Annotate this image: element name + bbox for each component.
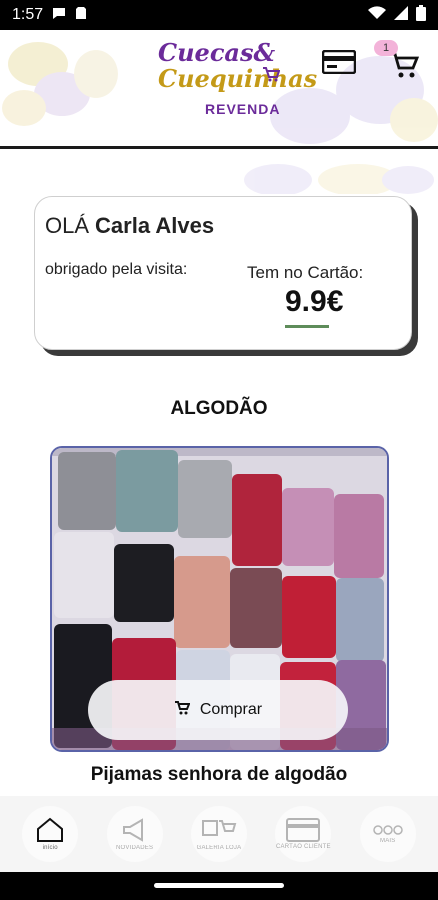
- credit-card-icon: [286, 818, 321, 842]
- section-title: ALGODÃO: [170, 398, 268, 419]
- logo-line1: Cuecas&: [158, 38, 276, 67]
- bottom-navigation: início NOVIDADES GALERIA LOJA CARTÃO CLI…: [0, 796, 438, 872]
- more-icon: [373, 825, 403, 835]
- nav-item-card[interactable]: CARTÃO CLIENTE: [275, 806, 332, 862]
- nav-label-more: MAIS: [380, 838, 396, 844]
- greeting-card: OLÁ Carla Alves obrigado pela visita: Tem…: [34, 196, 412, 350]
- clock: 1:57: [12, 6, 44, 23]
- header-divider: [0, 146, 438, 149]
- balance-label: Tem no Cartão:: [247, 263, 364, 282]
- sim-icon: [75, 6, 87, 25]
- nav-item-home[interactable]: início: [22, 806, 79, 862]
- nav-label-gallery: GALERIA LOJA: [196, 845, 242, 851]
- background-hearts-decoration: [244, 164, 434, 194]
- logo-subtitle: REVENDA: [205, 101, 281, 117]
- credit-card-icon: [321, 49, 357, 75]
- logo-line2: Cuequinhas: [158, 64, 318, 93]
- greeting-heading: OLÁ Carla Alves: [45, 213, 214, 239]
- nav-label-news: NOVIDADES: [116, 845, 154, 851]
- nav-label-card: CARTÃO CLIENTE: [276, 844, 331, 850]
- app-header: Cuecas& Cuequinhas REVENDA 1: [0, 30, 438, 146]
- logo: Cuecas& Cuequinhas: [158, 38, 318, 93]
- status-right: [368, 4, 426, 26]
- nav-item-news[interactable]: NOVIDADES: [106, 806, 163, 862]
- cart-count-badge: 1: [374, 40, 398, 56]
- battery-icon: [416, 4, 426, 26]
- buy-button-label: Comprar: [199, 701, 263, 718]
- logo-cart-icon: [262, 66, 281, 87]
- status-bar: 1:57: [0, 0, 438, 30]
- card-button[interactable]: [321, 49, 357, 75]
- product-title: Pijamas senhora de algodão: [90, 764, 348, 785]
- balance-value: 9.9€: [285, 285, 344, 318]
- chat-icon: [51, 6, 67, 25]
- home-icon: [37, 817, 64, 842]
- wifi-icon: [368, 5, 386, 25]
- cart-icon: [174, 700, 191, 721]
- signal-icon: [394, 5, 408, 25]
- nav-item-gallery[interactable]: GALERIA LOJA: [190, 806, 247, 862]
- nav-label-home: início: [42, 845, 58, 851]
- megaphone-icon: [122, 818, 143, 842]
- nav-item-more[interactable]: MAIS: [359, 806, 416, 862]
- balance-underline: [285, 325, 329, 328]
- gallery-cart-icon: [201, 820, 237, 836]
- greeting-hello: OLÁ: [45, 213, 90, 238]
- home-gesture-pill[interactable]: [154, 883, 284, 888]
- customer-name: Carla Alves: [95, 213, 215, 238]
- status-left: 1:57: [12, 6, 87, 25]
- thanks-text: obrigado pela visita:: [45, 261, 188, 278]
- buy-button[interactable]: Comprar: [88, 680, 348, 740]
